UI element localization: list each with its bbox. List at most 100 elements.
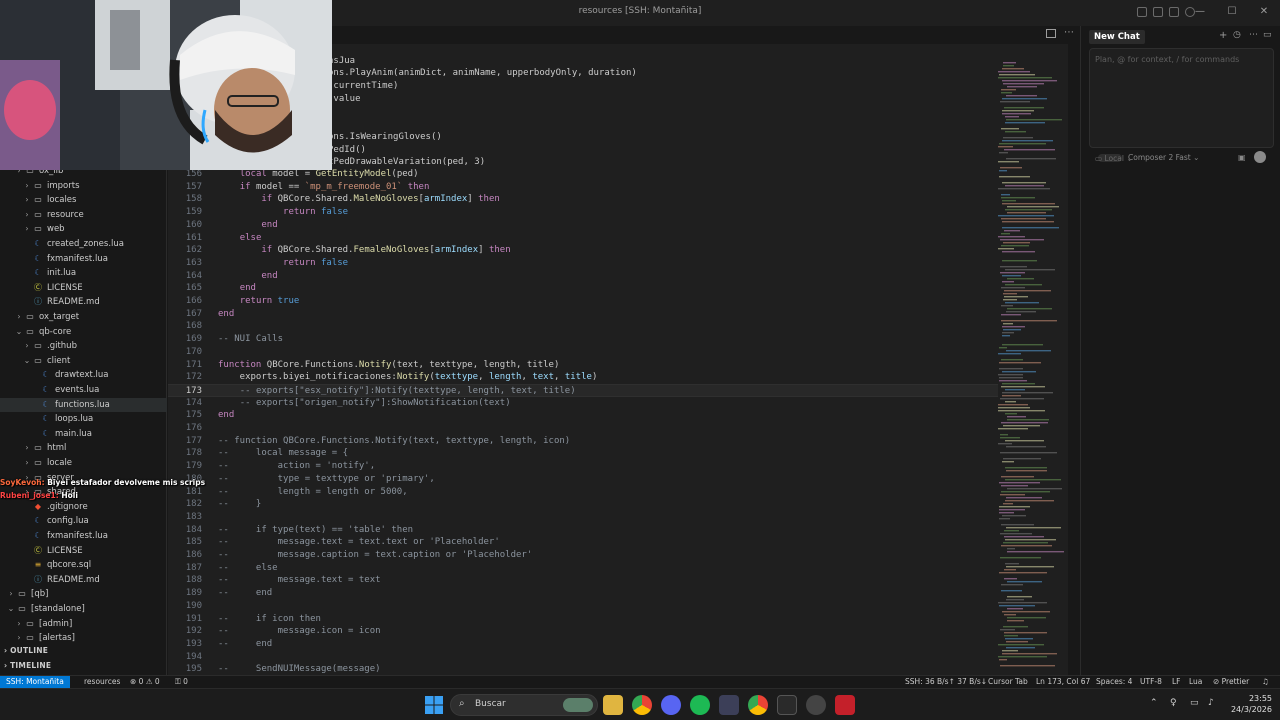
code-line[interactable]: 168 — [168, 320, 998, 333]
code-line[interactable]: 167 end — [168, 308, 998, 321]
code-line[interactable]: 179 -- action = 'notify', — [168, 460, 998, 473]
status-cursor-tab[interactable]: Cursor Tab — [988, 676, 1028, 688]
tree-file[interactable]: Ⓒ LICENSE — [0, 544, 167, 559]
chrome-profile-icon[interactable] — [748, 695, 768, 715]
tree-folder[interactable]: › ▭ locales — [0, 193, 167, 208]
add-chat-icon[interactable]: + — [1219, 30, 1227, 41]
pdf-reader-icon[interactable] — [835, 695, 855, 715]
code-line[interactable]: 185 -- message.text = text.text or 'Place… — [168, 536, 998, 549]
terminal-icon[interactable] — [777, 695, 797, 715]
code-line[interactable]: 173 -- exports["esx_notify"]:Notify(text… — [168, 383, 998, 397]
tree-file[interactable]: ≡ qbcore.sql — [0, 558, 167, 573]
code-line[interactable]: 175 end — [168, 409, 998, 422]
tree-file[interactable]: ☾ loops.lua — [0, 412, 167, 427]
tree-file[interactable]: ☾ main.lua — [0, 427, 167, 442]
history-icon[interactable]: ◷ — [1233, 30, 1241, 40]
code-line-partial[interactable]: ons.PlayAnim(animDict, animName, upperbo… — [328, 67, 1068, 80]
notifications-bell-icon[interactable]: ♫ — [1262, 676, 1269, 688]
code-line-partial[interactable]: .value — [328, 93, 1068, 106]
spotify-icon[interactable] — [690, 695, 710, 715]
code-line-partial[interactable]: PedId() — [328, 144, 1068, 157]
code-line[interactable]: 172 exports.biyei_notificaciones:Notify(… — [168, 371, 998, 384]
code-line-partial[interactable]: (currentTime) — [328, 80, 1068, 93]
code-line[interactable]: 177 -- function QBCore.Functions.Notify(t… — [168, 435, 998, 448]
code-line[interactable]: 161 else — [168, 232, 998, 245]
tree-file[interactable]: ⓘ README.md — [0, 573, 167, 588]
code-line[interactable]: 186 -- message.caption = text.caption or … — [168, 549, 998, 562]
code-line[interactable]: 160 end — [168, 219, 998, 232]
microphone-icon[interactable]: ♀ — [1170, 698, 1182, 710]
code-line[interactable]: 189 -- end — [168, 587, 998, 600]
status-problems[interactable]: ⊗ 0 ⚠ 0 — [130, 676, 160, 688]
windows-start-icon[interactable] — [424, 695, 444, 715]
toggle-chat-icon[interactable] — [1169, 7, 1179, 17]
code-line-partial[interactable]: ons.IsWearingGloves() — [328, 131, 1068, 144]
status-spaces[interactable]: Spaces: 4 — [1096, 676, 1132, 688]
code-line[interactable]: 178 -- local message = { — [168, 447, 998, 460]
tree-file[interactable]: ☾ fxmanifest.lua — [0, 252, 167, 267]
tree-folder[interactable]: › ▭ web — [0, 222, 167, 237]
taskbar-search[interactable]: ⌕ Buscar — [450, 694, 598, 716]
minimap[interactable] — [996, 62, 1076, 674]
toggle-sidebar-icon[interactable] — [1137, 7, 1147, 17]
status-position[interactable]: Ln 173, Col 67 — [1036, 676, 1090, 688]
tray-chevron-icon[interactable]: ⌃ — [1150, 698, 1162, 710]
outline-section-header[interactable]: › OUTLINE — [0, 644, 167, 658]
code-line[interactable]: 182 -- } — [168, 498, 998, 511]
code-line[interactable]: 195 -- SendNUIMessage(message) — [168, 663, 998, 675]
code-line[interactable]: 169 -- NUI Calls — [168, 333, 998, 346]
tree-file[interactable]: ☾ events.lua — [0, 383, 167, 398]
code-line[interactable]: 157 if model == `mp_m_freemode_01` then — [168, 181, 998, 194]
tree-folder[interactable]: ⌄ ▭ [standalone] — [0, 602, 167, 617]
code-line[interactable]: 191 -- if icon then — [168, 613, 998, 626]
file-explorer-icon[interactable] — [603, 695, 623, 715]
code-line[interactable]: 181 -- length = length or 5000, — [168, 486, 998, 499]
code-line[interactable]: 174 -- exports["origen_notify"]:ShowNoti… — [168, 397, 998, 410]
cursor-editor-icon[interactable] — [719, 695, 739, 715]
volume-icon[interactable]: ♪ — [1208, 698, 1220, 710]
code-line[interactable]: 188 -- message.text = text — [168, 574, 998, 587]
taskbar-clock[interactable]: 23:55 24/3/2026 — [1231, 693, 1272, 715]
code-line[interactable]: 165 end — [168, 282, 998, 295]
tree-file[interactable]: ☾ drawtext.lua — [0, 368, 167, 383]
code-line[interactable]: 158 if QBCore.Shared.MaleNoGloves[armInd… — [168, 193, 998, 206]
code-line[interactable]: 166 return true — [168, 295, 998, 308]
tree-folder[interactable]: ⌄ ▭ qb-core — [0, 325, 167, 340]
status-folder[interactable]: resources — [84, 676, 120, 688]
split-editor-icon[interactable] — [1046, 29, 1056, 38]
more-actions-icon[interactable]: ⋯ — [1064, 27, 1074, 38]
local-mode-selector[interactable]: ▭ Local ⌄ — [1095, 154, 1133, 163]
new-chat-tab[interactable]: New Chat — [1089, 30, 1145, 44]
minimize-button[interactable]: — — [1184, 0, 1216, 26]
toggle-panel-icon[interactable] — [1153, 7, 1163, 17]
tree-folder[interactable]: ⌄ ▭ client — [0, 354, 167, 369]
code-line[interactable]: 180 -- type = texttype or 'primary', — [168, 473, 998, 486]
network-icon[interactable]: ▭ — [1190, 698, 1202, 710]
tree-folder[interactable]: › ▭ .github — [0, 339, 167, 354]
tree-folder[interactable]: › ▭ html — [0, 441, 167, 456]
tree-file[interactable]: Ⓒ LICENSE — [0, 281, 167, 296]
tree-folder[interactable]: › ▭ resource — [0, 208, 167, 223]
tree-file[interactable]: ⓘ README.md — [0, 295, 167, 310]
code-line[interactable]: 192 -- message.icon = icon — [168, 625, 998, 638]
code-line[interactable]: 162 if QBCore.Shared.FemaleNoGloves[armI… — [168, 244, 998, 257]
maximize-button[interactable]: ☐ — [1216, 0, 1248, 26]
tree-folder[interactable]: › ▭ ox_target — [0, 310, 167, 325]
discord-icon[interactable] — [661, 695, 681, 715]
tree-folder[interactable]: › ▭ [admin] — [0, 617, 167, 632]
remote-indicator[interactable]: SSH: Montañita — [0, 676, 70, 688]
code-line[interactable]: 170 — [168, 346, 998, 359]
status-eol[interactable]: LF — [1172, 676, 1181, 688]
status-language[interactable]: Lua — [1189, 676, 1202, 688]
code-line[interactable]: 171 function QBCore.Functions.Notify(text… — [168, 359, 998, 372]
status-encoding[interactable]: UTF-8 — [1140, 676, 1162, 688]
code-line[interactable]: 159 return false — [168, 206, 998, 219]
code-line[interactable]: 184 -- if type(text) == 'table' then — [168, 524, 998, 537]
panel-toggle-icon[interactable]: ▭ — [1263, 30, 1272, 40]
code-line[interactable]: 163 return false — [168, 257, 998, 270]
timeline-section-header[interactable]: › TIMELINE — [0, 659, 167, 673]
status-formatter[interactable]: ⊘ Prettier — [1213, 676, 1249, 688]
tree-file[interactable]: ☾ config.lua — [0, 514, 167, 529]
code-line[interactable]: 164 end — [168, 270, 998, 283]
code-line[interactable]: 193 -- end — [168, 638, 998, 651]
